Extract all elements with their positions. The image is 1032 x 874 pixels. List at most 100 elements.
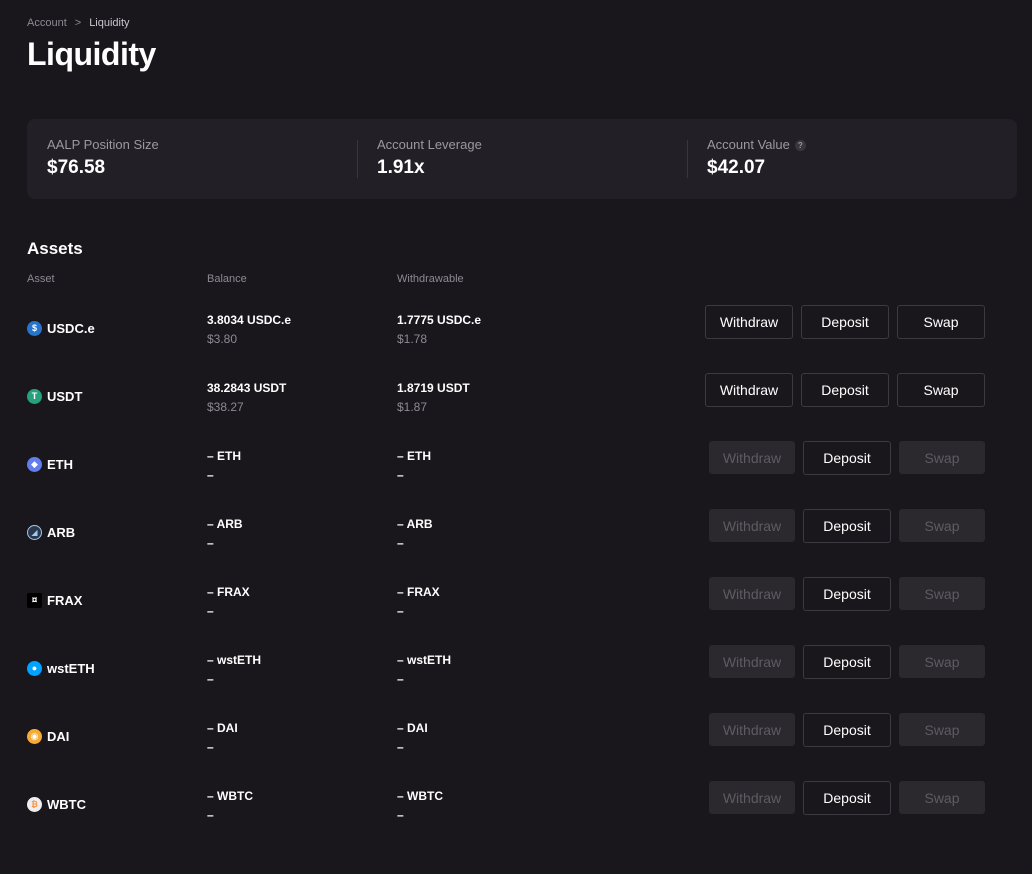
stat-value: 1.91x: [377, 157, 425, 178]
balance-cell: 38.2843 USDT $38.27: [207, 381, 286, 414]
balance-amount: 38.2843 USDT: [207, 381, 287, 395]
balance-usd: –: [207, 672, 214, 686]
balance-usd: $38.27: [207, 400, 244, 414]
liquidity-page: Account > Liquidity Liquidity AALP Posit…: [0, 0, 1032, 874]
balance-usd: –: [207, 740, 214, 754]
deposit-button-dai[interactable]: Deposit: [803, 713, 891, 747]
deposit-button-frax[interactable]: Deposit: [803, 577, 891, 611]
dai-icon: ◉: [27, 729, 42, 744]
asset-name: WBTC: [47, 797, 86, 812]
withdraw-button-arb[interactable]: Withdraw: [709, 509, 795, 542]
deposit-button-eth[interactable]: Deposit: [803, 441, 891, 475]
usdc-icon: $: [27, 321, 42, 336]
stat-account-leverage: Account Leverage 1.91x: [357, 119, 687, 199]
withdrawable-cell: 1.8719 USDT $1.87: [397, 381, 470, 414]
balance-amount: – FRAX: [207, 585, 250, 599]
table-row: ₿ WBTC – WBTC – – WBTC – Withdraw Deposi…: [0, 781, 1032, 849]
withdrawable-usd: –: [397, 808, 404, 822]
asset-cell: ₿ WBTC: [27, 797, 86, 812]
withdrawable-amount: – ETH: [397, 449, 432, 463]
withdrawable-usd: –: [397, 672, 404, 686]
withdraw-button-dai[interactable]: Withdraw: [709, 713, 795, 746]
withdrawable-usd: –: [397, 740, 404, 754]
asset-name: USDT: [47, 389, 83, 404]
withdrawable-cell: – DAI –: [397, 721, 428, 754]
balance-usd: $3.80: [207, 332, 238, 346]
balance-cell: – DAI –: [207, 721, 238, 754]
eth-icon: ◆: [27, 457, 42, 472]
table-row: T USDT 38.2843 USDT $38.27 1.8719 USDT $…: [0, 373, 1032, 441]
withdrawable-usd: –: [397, 468, 404, 482]
asset-name: DAI: [47, 729, 70, 744]
withdrawable-amount: – FRAX: [397, 585, 440, 599]
swap-button-wsteth[interactable]: Swap: [899, 645, 985, 678]
withdrawable-amount: – wstETH: [397, 653, 452, 667]
balance-usd: –: [207, 468, 214, 482]
balance-amount: – ETH: [207, 449, 242, 463]
asset-cell: T USDT: [27, 389, 82, 404]
swap-button-dai[interactable]: Swap: [899, 713, 985, 746]
withdraw-button-wsteth[interactable]: Withdraw: [709, 645, 795, 678]
page-title: Liquidity: [27, 36, 156, 72]
deposit-button-wsteth[interactable]: Deposit: [803, 645, 891, 679]
withdrawable-usd: –: [397, 536, 404, 550]
withdrawable-amount: 1.7775 USDC.e: [397, 313, 482, 327]
balance-amount: – ARB: [207, 517, 243, 531]
swap-button-eth[interactable]: Swap: [899, 441, 985, 474]
deposit-button-arb[interactable]: Deposit: [803, 509, 891, 543]
frax-icon: ¤: [27, 593, 42, 608]
withdrawable-cell: – WBTC –: [397, 789, 443, 822]
swap-button-usdt[interactable]: Swap: [897, 373, 985, 407]
withdraw-button-eth[interactable]: Withdraw: [709, 441, 795, 474]
withdrawable-usd: –: [397, 604, 404, 618]
breadcrumb-account-link[interactable]: Account: [27, 17, 67, 29]
asset-cell: ◉ DAI: [27, 729, 69, 744]
summary-card: AALP Position Size $76.58 Account Levera…: [27, 119, 1017, 199]
asset-cell: $ USDC.e: [27, 321, 95, 336]
withdrawable-cell: – wstETH –: [397, 653, 451, 686]
chevron-right-icon: >: [74, 17, 82, 29]
deposit-button-wbtc[interactable]: Deposit: [803, 781, 891, 815]
column-header-asset: Asset: [27, 273, 55, 285]
withdrawable-cell: 1.7775 USDC.e $1.78: [397, 313, 481, 346]
withdrawable-usd: $1.87: [397, 400, 428, 414]
table-row: ◆ ETH – ETH – – ETH – Withdraw Deposit S…: [0, 441, 1032, 509]
table-row: ◉ DAI – DAI – – DAI – Withdraw Deposit S…: [0, 713, 1032, 781]
swap-button-frax[interactable]: Swap: [899, 577, 985, 610]
swap-button-arb[interactable]: Swap: [899, 509, 985, 542]
deposit-button-usdt[interactable]: Deposit: [801, 373, 889, 407]
column-header-balance: Balance: [207, 273, 247, 285]
assets-section-title: Assets: [27, 239, 83, 258]
withdrawable-amount: 1.8719 USDT: [397, 381, 470, 395]
withdrawable-amount: – WBTC: [397, 789, 443, 803]
table-row: ¤ FRAX – FRAX – – FRAX – Withdraw Deposi…: [0, 577, 1032, 645]
asset-name: ETH: [47, 457, 73, 472]
table-row: ● wstETH – wstETH – – wstETH – Withdraw …: [0, 645, 1032, 713]
withdraw-button-wbtc[interactable]: Withdraw: [709, 781, 795, 814]
withdraw-button-usdt[interactable]: Withdraw: [705, 373, 793, 407]
balance-usd: –: [207, 536, 214, 550]
stat-label: AALP Position Size: [47, 137, 159, 152]
withdrawable-amount: – DAI: [397, 721, 428, 735]
deposit-button-usdce[interactable]: Deposit: [801, 305, 889, 339]
wbtc-icon: ₿: [27, 797, 42, 812]
table-row: $ USDC.e 3.8034 USDC.e $3.80 1.7775 USDC…: [0, 305, 1032, 373]
withdrawable-cell: – ARB –: [397, 517, 433, 550]
withdraw-button-usdce[interactable]: Withdraw: [705, 305, 793, 339]
table-row: ◢ ARB – ARB – – ARB – Withdraw Deposit S…: [0, 509, 1032, 577]
help-icon[interactable]: ?: [794, 140, 806, 151]
balance-cell: – FRAX –: [207, 585, 250, 618]
balance-amount: 3.8034 USDC.e: [207, 313, 292, 327]
swap-button-usdce[interactable]: Swap: [897, 305, 985, 339]
withdrawable-cell: – ETH –: [397, 449, 431, 482]
asset-name: USDC.e: [47, 321, 95, 336]
stat-label: Account Value: [707, 137, 790, 152]
swap-button-wbtc[interactable]: Swap: [899, 781, 985, 814]
balance-usd: –: [207, 808, 214, 822]
breadcrumb-current: Liquidity: [89, 17, 130, 29]
withdrawable-amount: – ARB: [397, 517, 433, 531]
withdraw-button-frax[interactable]: Withdraw: [709, 577, 795, 610]
asset-cell: ◢ ARB: [27, 525, 75, 540]
stat-account-value: Account Value ? $42.07: [687, 119, 1017, 199]
balance-amount: – wstETH: [207, 653, 262, 667]
